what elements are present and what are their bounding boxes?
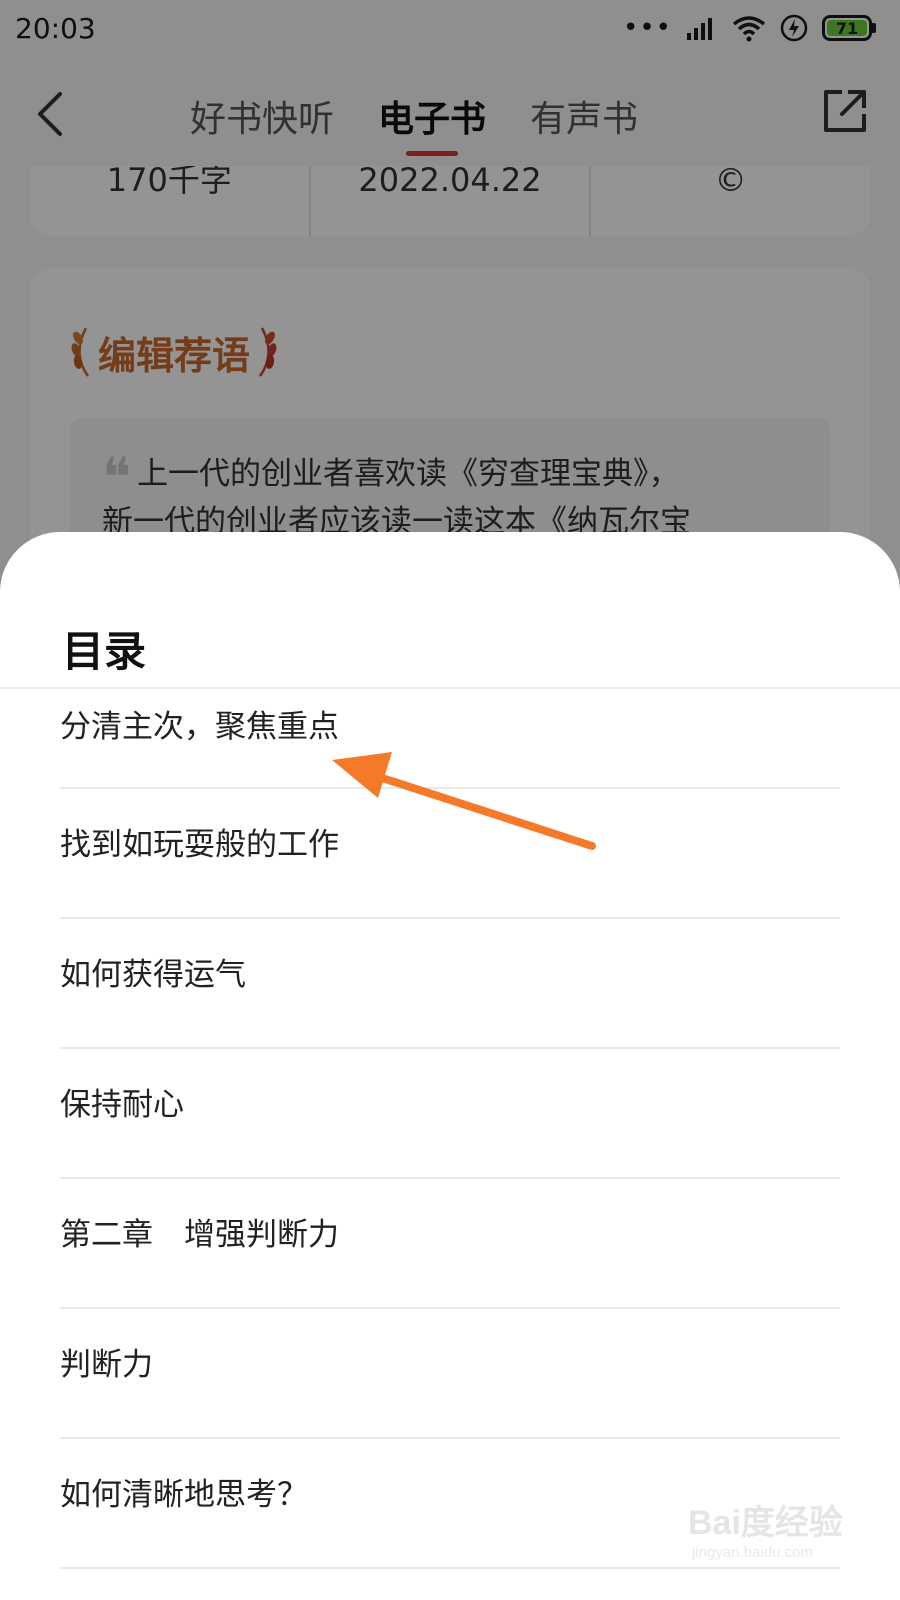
toc-list: 分清主次，聚焦重点 找到如玩耍般的工作 如何获得运气 保持耐心 第二章 增强判断… [60, 689, 840, 1569]
toc-item[interactable]: 第二章 增强判断力 [60, 1179, 840, 1309]
toc-item-label: 判断力 [60, 1347, 153, 1383]
toc-item-label: 如何获得运气 [60, 957, 246, 993]
watermark-main: Bai度经验 [688, 1504, 843, 1542]
watermark-sub: jingyan.baidu.com [692, 1544, 813, 1561]
baidu-watermark: Bai度经验 jingyan.baidu.com [688, 1495, 878, 1585]
toc-item[interactable]: 如何获得运气 [60, 919, 840, 1049]
toc-item-label: 分清主次，聚焦重点 [60, 709, 339, 745]
toc-item-label: 保持耐心 [60, 1087, 184, 1123]
toc-item-label: 第二章 增强判断力 [60, 1217, 339, 1253]
toc-bottom-sheet: 目录 分清主次，聚焦重点 找到如玩耍般的工作 如何获得运气 保持耐心 第二章 增… [0, 532, 900, 1600]
toc-title: 目录 [62, 627, 147, 676]
toc-item-label: 找到如玩耍般的工作 [60, 827, 339, 863]
toc-item[interactable]: 找到如玩耍般的工作 [60, 789, 840, 919]
toc-item[interactable]: 分清主次，聚焦重点 [60, 689, 840, 789]
toc-item[interactable]: 判断力 [60, 1309, 840, 1439]
toc-item[interactable]: 保持耐心 [60, 1049, 840, 1179]
toc-item-label: 如何清晰地思考？ [60, 1477, 308, 1513]
